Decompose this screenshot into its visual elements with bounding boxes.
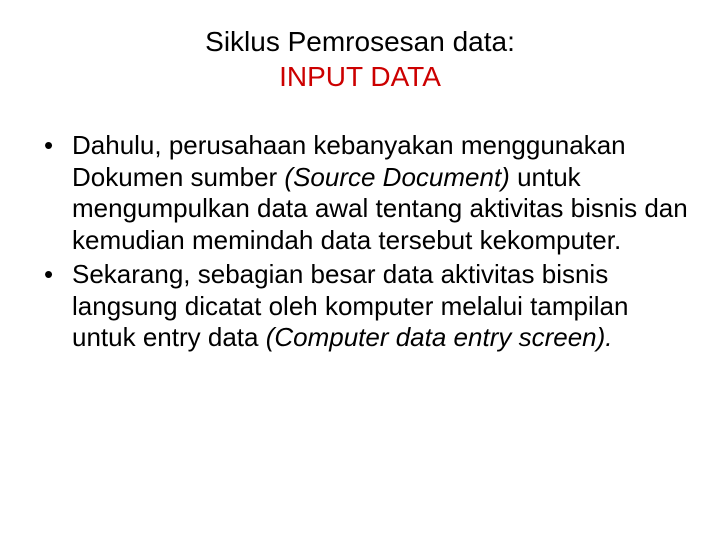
bullet-text-italic: (Computer data entry screen). [266,322,613,352]
list-item: Sekarang, sebagian besar data aktivitas … [40,259,690,354]
list-item: Dahulu, perusahaan kebanyakan menggunaka… [40,130,690,257]
slide-title: Siklus Pemrosesan data: INPUT DATA [30,24,690,94]
bullet-text-italic: (Source Document) [284,162,509,192]
title-line-2: INPUT DATA [279,61,441,92]
title-line-1: Siklus Pemrosesan data: [205,26,515,57]
bullet-list: Dahulu, perusahaan kebanyakan menggunaka… [30,130,690,354]
